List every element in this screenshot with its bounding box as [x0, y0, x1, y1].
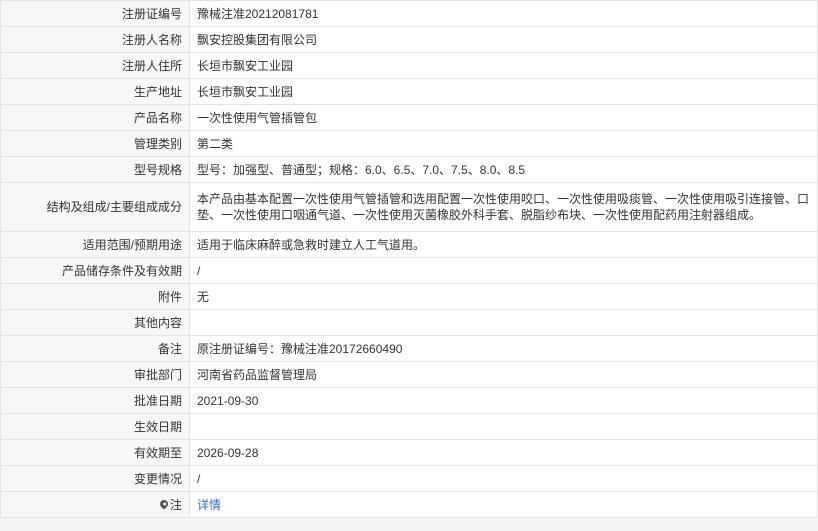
row-production-address: 生产地址 长垣市飘安工业园 — [0, 78, 818, 105]
row-label: 型号规格 — [0, 156, 190, 183]
row-label: 适用范围/预期用途 — [0, 231, 190, 258]
row-value: 一次性使用气管插管包 — [189, 104, 818, 131]
row-valid-until: 有效期至 2026-09-28 — [0, 439, 818, 466]
row-effective-date: 生效日期 — [0, 413, 818, 440]
row-model-specification: 型号规格 型号：加强型、普通型；规格：6.0、6.5、7.0、7.5、8.0、8… — [0, 156, 818, 183]
details-link[interactable]: 详情 — [197, 498, 221, 512]
map-pin-icon — [158, 497, 170, 510]
row-label: 其他内容 — [0, 309, 190, 336]
row-attachments: 附件 无 — [0, 283, 818, 310]
row-change-status: 变更情况 / — [0, 465, 818, 492]
row-storage-validity: 产品储存条件及有效期 / — [0, 257, 818, 284]
row-value: 长垣市飘安工业园 — [189, 78, 818, 105]
row-value: 无 — [189, 283, 818, 310]
row-value: 2021-09-30 — [189, 387, 818, 414]
row-label: 产品名称 — [0, 104, 190, 131]
row-value: 2026-09-28 — [189, 439, 818, 466]
row-management-category: 管理类别 第二类 — [0, 130, 818, 157]
row-value: 详情 — [189, 491, 818, 518]
row-note: 注 详情 — [0, 491, 818, 518]
row-remarks: 备注 原注册证编号：豫械注准20172660490 — [0, 335, 818, 362]
row-product-name: 产品名称 一次性使用气管插管包 — [0, 104, 818, 131]
row-value: 原注册证编号：豫械注准20172660490 — [189, 335, 818, 362]
row-label: 注册人住所 — [0, 52, 190, 79]
row-label: 审批部门 — [0, 361, 190, 388]
row-label: 备注 — [0, 335, 190, 362]
row-label: 变更情况 — [0, 465, 190, 492]
row-value: 河南省药品监督管理局 — [189, 361, 818, 388]
row-label: 注册证编号 — [0, 0, 190, 27]
row-label: 批准日期 — [0, 387, 190, 414]
note-label: 注 — [169, 497, 182, 512]
row-registrant-address: 注册人住所 长垣市飘安工业园 — [0, 52, 818, 79]
row-value: 适用于临床麻醉或急救时建立人工气道用。 — [189, 231, 818, 258]
row-value: / — [189, 257, 818, 284]
row-value — [189, 309, 818, 336]
row-label: 产品储存条件及有效期 — [0, 257, 190, 284]
row-label: 注 — [0, 491, 190, 518]
row-value: 型号：加强型、普通型；规格：6.0、6.5、7.0、7.5、8.0、8.5 — [189, 156, 818, 183]
row-value: / — [189, 465, 818, 492]
row-value: 本产品由基本配置一次性使用气管插管和选用配置一次性使用咬口、一次性使用吸痰管、一… — [189, 182, 818, 232]
row-value: 长垣市飘安工业园 — [189, 52, 818, 79]
row-label: 生效日期 — [0, 413, 190, 440]
row-label: 附件 — [0, 283, 190, 310]
row-value — [189, 413, 818, 440]
row-label: 管理类别 — [0, 130, 190, 157]
row-approval-department: 审批部门 河南省药品监督管理局 — [0, 361, 818, 388]
row-approval-date: 批准日期 2021-09-30 — [0, 387, 818, 414]
row-value: 第二类 — [189, 130, 818, 157]
registration-detail-table: 注册证编号 豫械注准20212081781 注册人名称 飘安控股集团有限公司 注… — [0, 0, 818, 518]
row-registrant-name: 注册人名称 飘安控股集团有限公司 — [0, 26, 818, 53]
row-label: 注册人名称 — [0, 26, 190, 53]
row-value: 飘安控股集团有限公司 — [189, 26, 818, 53]
row-other-content: 其他内容 — [0, 309, 818, 336]
row-label: 结构及组成/主要组成成分 — [0, 182, 190, 232]
row-structure-composition: 结构及组成/主要组成成分 本产品由基本配置一次性使用气管插管和选用配置一次性使用… — [0, 182, 818, 232]
row-registration-number: 注册证编号 豫械注准20212081781 — [0, 0, 818, 27]
row-label: 有效期至 — [0, 439, 190, 466]
row-value: 豫械注准20212081781 — [189, 0, 818, 27]
row-intended-use: 适用范围/预期用途 适用于临床麻醉或急救时建立人工气道用。 — [0, 231, 818, 258]
row-label: 生产地址 — [0, 78, 190, 105]
